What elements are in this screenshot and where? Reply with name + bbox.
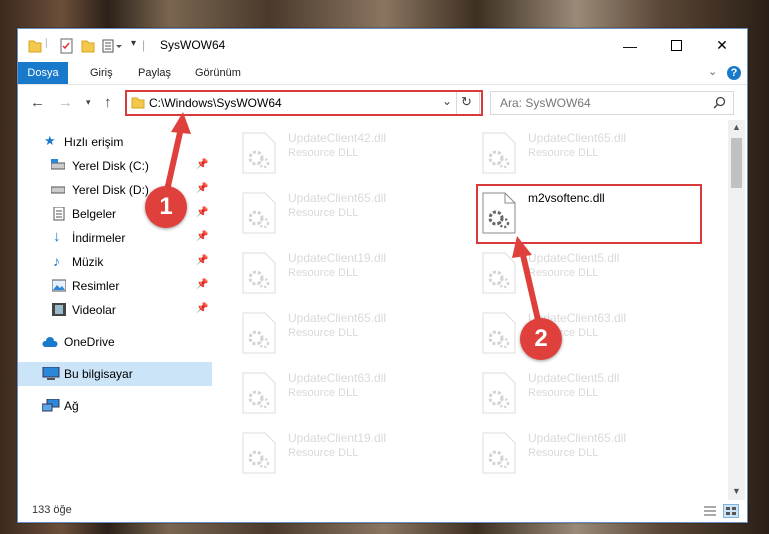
arrow-2-head xyxy=(512,236,532,258)
arrow-2-shaft xyxy=(520,254,541,321)
step-badge-2: 2 xyxy=(520,318,562,360)
annotation-arrows xyxy=(163,112,541,321)
step-badge-1: 1 xyxy=(145,186,187,228)
arrow-1-shaft xyxy=(163,127,184,196)
arrow-1-head xyxy=(171,112,191,134)
